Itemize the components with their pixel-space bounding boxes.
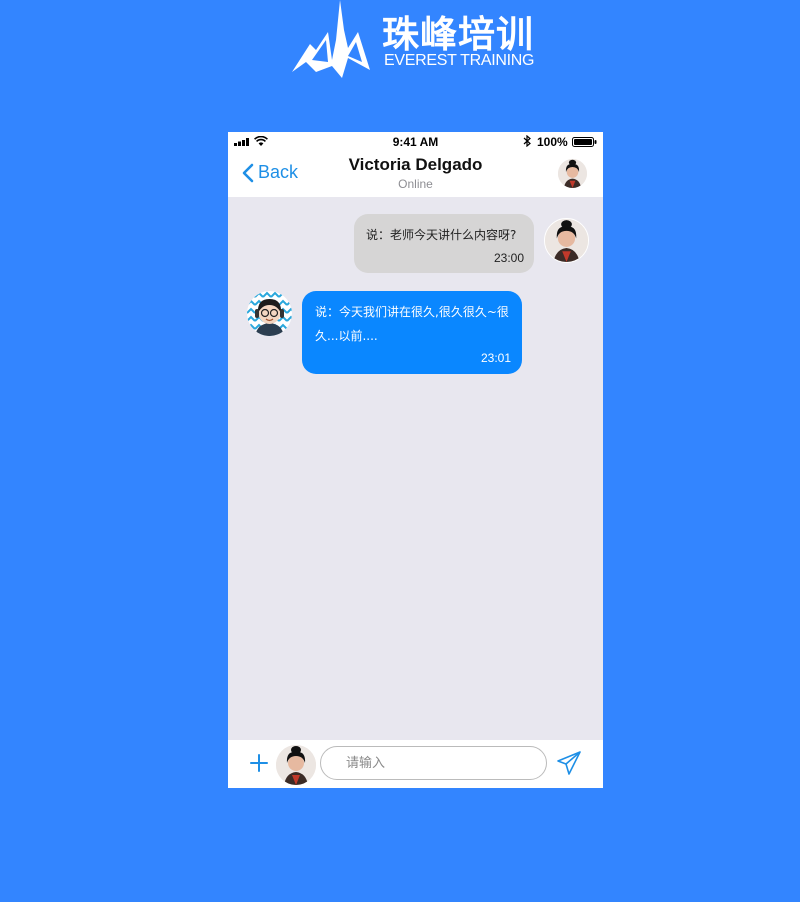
message-time: 23:00 [493,251,524,265]
message-input[interactable] [320,746,547,780]
message-composer [228,740,603,788]
send-icon[interactable] [556,750,582,776]
status-bar: 9:41 AM 100% [228,132,603,152]
mountain-logo-icon [292,0,370,78]
message-time: 23:01 [480,351,511,365]
message-text: 说：今天我们讲在很久,很久很久~很久...以前.... [315,305,509,343]
everest-training-logo: 珠峰培训 EVEREST TRAINING [292,0,542,80]
sender-avatar[interactable] [544,218,589,263]
logo-english-text: EVEREST TRAINING [384,52,535,69]
woman-avatar-icon [545,219,588,262]
teacher-avatar[interactable] [247,291,292,336]
phone-screen: 9:41 AM 100% Back Victoria Delgado Onlin… [228,132,603,788]
contact-name: Victoria Delgado [348,155,483,174]
cartoon-avatar-icon [247,291,292,336]
outgoing-message-bubble[interactable]: 说：老师今天讲什么内容呀? 23:00 [354,214,534,273]
contact-status: Online [398,177,433,191]
logo-chinese-text: 珠峰培训 [382,13,534,56]
message-text: 说：老师今天讲什么内容呀? [366,228,517,242]
battery-icon [572,137,597,147]
contact-avatar[interactable] [558,159,587,188]
woman-avatar-icon [276,745,316,785]
self-avatar[interactable] [276,745,316,785]
battery-percentage: 100% [537,135,568,149]
woman-avatar-icon [558,159,587,188]
incoming-message-bubble[interactable]: 说：今天我们讲在很久,很久很久~很久...以前.... 23:01 [302,291,522,374]
nav-bar: Back Victoria Delgado Online [228,152,603,197]
plus-icon[interactable] [248,752,270,774]
bluetooth-icon [523,135,531,147]
